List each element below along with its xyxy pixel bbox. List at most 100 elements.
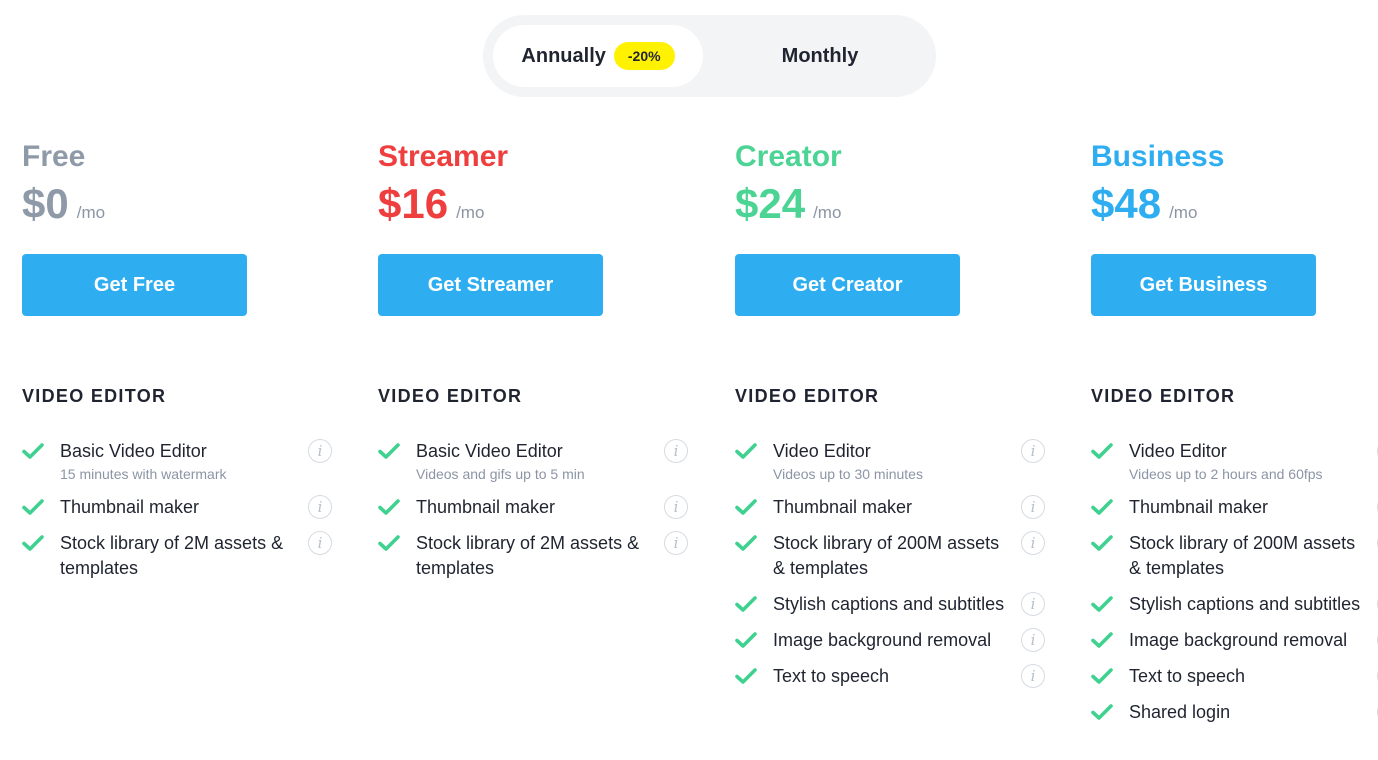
toggle-monthly[interactable]: Monthly xyxy=(709,25,931,87)
feature-item: Text to speechi xyxy=(1091,664,1378,689)
get-creator-button[interactable]: Get Creator xyxy=(735,254,960,316)
price-period: /mo xyxy=(1169,203,1198,222)
feature-label: Text to speech xyxy=(773,666,890,686)
feature-label: Stock library of 2M assets & templates xyxy=(416,533,640,578)
feature-label: Stylish captions and subtitles xyxy=(773,594,1005,614)
info-icon[interactable]: i xyxy=(1021,495,1045,519)
check-icon xyxy=(378,442,400,460)
plan-price: $16 xyxy=(378,180,449,227)
toggle-monthly-label: Monthly xyxy=(781,44,859,67)
feature-item: Thumbnail makeri xyxy=(1091,495,1378,520)
price-period: /mo xyxy=(813,203,842,222)
feature-sublabel: Videos up to 30 minutes xyxy=(773,466,923,482)
feature-sublabel: Videos up to 2 hours and 60fps xyxy=(1129,466,1323,482)
check-icon xyxy=(378,498,400,516)
check-icon xyxy=(735,442,757,460)
feature-sublabel: 15 minutes with watermark xyxy=(60,466,227,482)
price-row: $16/mo xyxy=(378,180,484,228)
check-icon xyxy=(22,498,44,516)
feature-item: Shared logini xyxy=(1091,700,1378,725)
feature-item: Stylish captions and subtitlesi xyxy=(1091,592,1378,617)
feature-item: Image background removal i xyxy=(735,628,1045,653)
get-free-button[interactable]: Get Free xyxy=(22,254,247,316)
check-icon xyxy=(735,595,757,613)
feature-list: Basic Video Editor Videos and gifs up to … xyxy=(378,439,688,592)
plan-price: $48 xyxy=(1091,180,1162,227)
info-icon[interactable]: i xyxy=(1021,439,1045,463)
check-icon xyxy=(735,631,757,649)
info-icon[interactable]: i xyxy=(1021,628,1045,652)
toggle-annually[interactable]: Annually -20% xyxy=(493,25,703,87)
feature-label: Basic Video Editor xyxy=(60,441,207,461)
plan-name: Business xyxy=(1091,140,1225,173)
feature-label: Thumbnail maker xyxy=(773,497,913,517)
feature-label: Stylish captions and subtitles xyxy=(1129,594,1361,614)
info-icon[interactable]: i xyxy=(308,495,332,519)
plan-price: $0 xyxy=(22,180,69,227)
price-row: $48/mo xyxy=(1091,180,1197,228)
pricing-page: Annually -20% Monthly Free $0/mo Get Free V… xyxy=(0,0,1378,760)
check-icon xyxy=(735,534,757,552)
feature-item: Thumbnail maker i xyxy=(378,495,688,520)
toggle-annually-label: Annually xyxy=(521,44,606,67)
feature-label: Stock library of 200M assets & templates xyxy=(1129,533,1356,578)
feature-label: Image background removal xyxy=(1129,630,1348,650)
feature-item: Video Editor Videos up to 30 minutes i xyxy=(735,439,1045,484)
feature-list: Video Editor Videos up to 2 hours and 60f… xyxy=(1091,439,1378,736)
check-icon xyxy=(1091,534,1113,552)
feature-item: Stock library of 200M assets & templates… xyxy=(1091,531,1378,581)
info-icon[interactable]: i xyxy=(664,531,688,555)
check-icon xyxy=(735,498,757,516)
feature-list: Video Editor Videos up to 30 minutes i Thum… xyxy=(735,439,1045,700)
feature-item: Image background removali xyxy=(1091,628,1378,653)
info-icon[interactable]: i xyxy=(1021,664,1045,688)
info-icon[interactable]: i xyxy=(664,439,688,463)
feature-label: Video Editor xyxy=(773,441,871,461)
feature-item: Stock library of 200M assets & templates… xyxy=(735,531,1045,581)
feature-label: Text to speech xyxy=(1129,666,1246,686)
feature-item: Stylish captions and subtitles i xyxy=(735,592,1045,617)
info-icon[interactable]: i xyxy=(1021,592,1045,616)
info-icon[interactable]: i xyxy=(308,531,332,555)
billing-period-toggle: Annually -20% Monthly xyxy=(483,15,936,97)
feature-label: Thumbnail maker xyxy=(416,497,556,517)
price-period: /mo xyxy=(456,203,485,222)
feature-label: Video Editor xyxy=(1129,441,1227,461)
section-title: VIDEO EDITOR xyxy=(1091,386,1236,406)
check-icon xyxy=(378,534,400,552)
feature-label: Image background removal xyxy=(773,630,992,650)
info-icon[interactable]: i xyxy=(1021,531,1045,555)
feature-item: Thumbnail maker i xyxy=(735,495,1045,520)
feature-item: Basic Video Editor Videos and gifs up to … xyxy=(378,439,688,484)
check-icon xyxy=(22,442,44,460)
price-row: $24/mo xyxy=(735,180,841,228)
get-streamer-button[interactable]: Get Streamer xyxy=(378,254,603,316)
feature-label: Stock library of 2M assets & templates xyxy=(60,533,284,578)
plan-name: Streamer xyxy=(378,140,509,173)
feature-list: Basic Video Editor 15 minutes with waterm… xyxy=(22,439,332,592)
price-row: $0/mo xyxy=(22,180,105,228)
section-title: VIDEO EDITOR xyxy=(378,386,523,406)
check-icon xyxy=(1091,442,1113,460)
get-business-button[interactable]: Get Business xyxy=(1091,254,1316,316)
feature-label: Basic Video Editor xyxy=(416,441,563,461)
feature-item: Text to speech i xyxy=(735,664,1045,689)
section-title: VIDEO EDITOR xyxy=(22,386,167,406)
feature-label: Thumbnail maker xyxy=(1129,497,1269,517)
check-icon xyxy=(1091,703,1113,721)
section-title: VIDEO EDITOR xyxy=(735,386,880,406)
feature-item: Basic Video Editor 15 minutes with waterm… xyxy=(22,439,332,484)
feature-label: Thumbnail maker xyxy=(60,497,200,517)
feature-item: Stock library of 2M assets & templates i xyxy=(22,531,332,581)
info-icon[interactable]: i xyxy=(664,495,688,519)
info-icon[interactable]: i xyxy=(308,439,332,463)
discount-badge: -20% xyxy=(613,42,675,70)
check-icon xyxy=(1091,631,1113,649)
check-icon xyxy=(1091,595,1113,613)
feature-sublabel: Videos and gifs up to 5 min xyxy=(416,466,585,482)
feature-item: Video Editor Videos up to 2 hours and 60f… xyxy=(1091,439,1378,484)
check-icon xyxy=(1091,667,1113,685)
feature-label: Stock library of 200M assets & templates xyxy=(773,533,1000,578)
check-icon xyxy=(1091,498,1113,516)
plan-price: $24 xyxy=(735,180,806,227)
